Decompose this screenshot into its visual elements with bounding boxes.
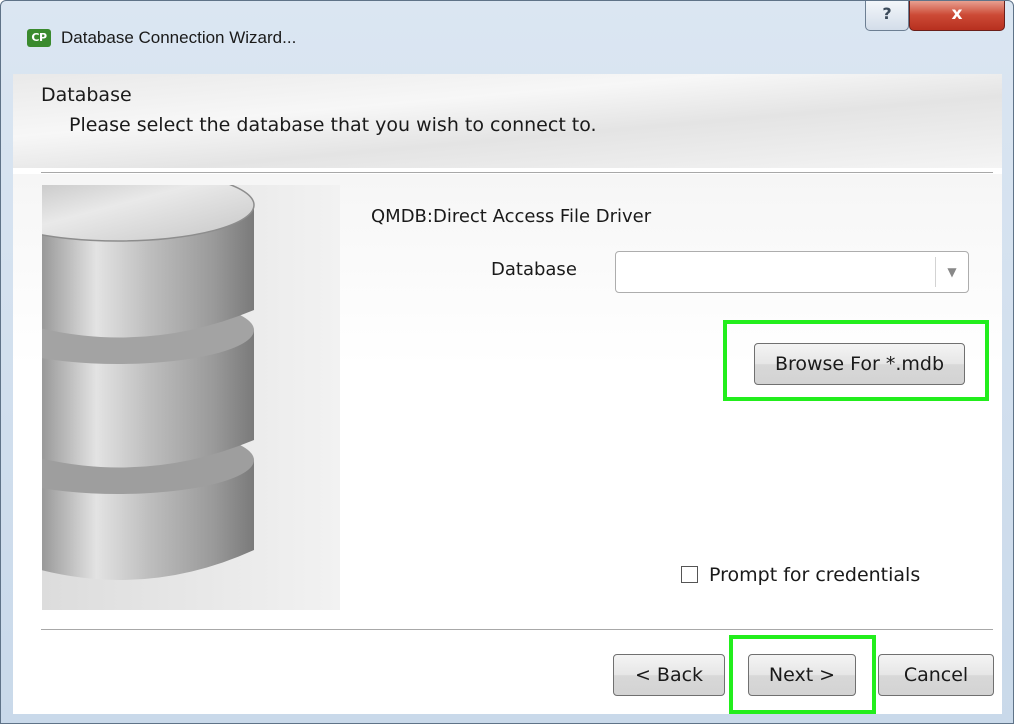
app-icon: CP [27,29,51,47]
close-button[interactable]: x [909,1,1005,31]
title-bar: CP Database Connection Wizard... ? x [1,1,1013,74]
browse-mdb-button[interactable]: Browse For *.mdb [754,343,965,385]
next-button[interactable]: Next > [748,654,856,696]
help-button[interactable]: ? [865,1,909,31]
prompt-credentials-checkbox[interactable] [681,566,698,583]
page-subtitle: Please select the database that you wish… [69,114,597,136]
cancel-button[interactable]: Cancel [878,654,994,696]
driver-label: QMDB:Direct Access File Driver [371,206,652,227]
database-label: Database [491,259,577,280]
database-cylinder-icon [42,185,340,610]
database-image [42,185,340,610]
wizard-content: Database Please select the database that… [13,74,1002,714]
header-divider [41,172,993,173]
footer-divider [41,629,993,630]
page-title: Database [41,84,132,106]
window-title: Database Connection Wizard... [61,28,297,47]
chevron-down-icon[interactable]: ▼ [935,257,968,287]
back-button[interactable]: < Back [613,654,725,696]
wizard-window: CP Database Connection Wizard... ? x Dat… [0,0,1014,724]
prompt-credentials-label[interactable]: Prompt for credentials [709,564,920,586]
database-select[interactable]: ▼ [615,251,969,293]
wizard-header: Database Please select the database that… [13,74,1002,168]
